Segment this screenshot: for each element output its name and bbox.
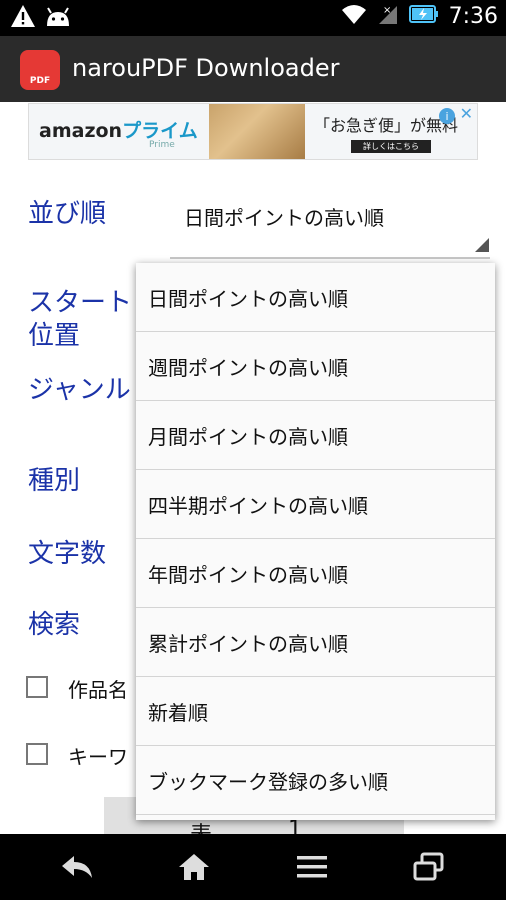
- back-icon[interactable]: [60, 850, 94, 884]
- dropdown-option[interactable]: 月間ポイントの高い順: [136, 401, 495, 470]
- menu-icon[interactable]: [295, 850, 329, 884]
- search-label: 検索: [28, 610, 81, 640]
- android-icon: [44, 4, 72, 32]
- title-checkbox[interactable]: [26, 676, 48, 698]
- ad-brand: amazonプライム: [39, 116, 198, 143]
- title-checkbox-label: 作品名: [68, 678, 128, 702]
- sort-spinner-underline: [170, 257, 490, 259]
- home-icon[interactable]: [177, 850, 211, 884]
- app-title: narouPDF Downloader: [72, 54, 340, 82]
- genre-label: ジャンル: [28, 375, 131, 405]
- dropdown-option[interactable]: 年間ポイントの高い順: [136, 539, 495, 608]
- battery-charging-icon: [408, 4, 439, 28]
- dropdown-option[interactable]: 累計ポイントの高い順: [136, 608, 495, 677]
- warning-icon: [10, 4, 36, 32]
- ad-dog-image: [209, 104, 305, 159]
- svg-text:×: ×: [383, 5, 391, 16]
- ad-brand-accent: プライム: [122, 120, 198, 142]
- sort-spinner[interactable]: 日間ポイントの高い順: [184, 202, 384, 231]
- status-time: 7:36: [448, 3, 498, 29]
- dropdown-option[interactable]: 新着順: [136, 677, 495, 746]
- ad-close-icon[interactable]: ✕: [460, 104, 473, 123]
- sort-dropdown-list[interactable]: 日間ポイントの高い順 週間ポイントの高い順 月間ポイントの高い順 四半期ポイント…: [136, 263, 495, 820]
- recent-apps-icon[interactable]: [412, 850, 446, 884]
- status-bar: × 7:36: [0, 0, 506, 36]
- no-signal-icon: ×: [377, 2, 399, 30]
- ad-banner[interactable]: amazonプライム Prime 「お急ぎ便」が無料 詳しくはこちら i ✕: [28, 103, 478, 160]
- start-label-line2: 位置: [28, 321, 81, 351]
- keyword-checkbox[interactable]: [26, 743, 48, 765]
- wifi-icon: [341, 3, 367, 29]
- ad-brand-text: amazon: [39, 120, 123, 142]
- ad-details-button[interactable]: 詳しくはこちら: [351, 140, 431, 153]
- dropdown-option[interactable]: ブックマーク登録の多い順: [136, 746, 495, 815]
- ad-brand-sub: Prime: [149, 140, 175, 150]
- sort-label: 並び順: [28, 199, 107, 229]
- action-bar: PDF narouPDF Downloader: [0, 36, 506, 102]
- ad-info-icon[interactable]: i: [439, 108, 455, 124]
- navigation-bar: [0, 834, 506, 900]
- start-label-line1: スタート: [28, 288, 133, 318]
- dropdown-option[interactable]: 週間ポイントの高い順: [136, 332, 495, 401]
- ad-headline: 「お急ぎ便」が無料: [314, 116, 459, 135]
- app-logo-icon: PDF: [20, 50, 60, 90]
- dropdown-option[interactable]: 四半期ポイントの高い順: [136, 470, 495, 539]
- length-label: 文字数: [28, 539, 107, 569]
- keyword-checkbox-label: キーワ: [68, 745, 128, 769]
- dropdown-option[interactable]: 日間ポイントの高い順: [136, 263, 495, 332]
- type-label: 種別: [28, 466, 81, 496]
- spinner-arrow-icon: [475, 238, 489, 252]
